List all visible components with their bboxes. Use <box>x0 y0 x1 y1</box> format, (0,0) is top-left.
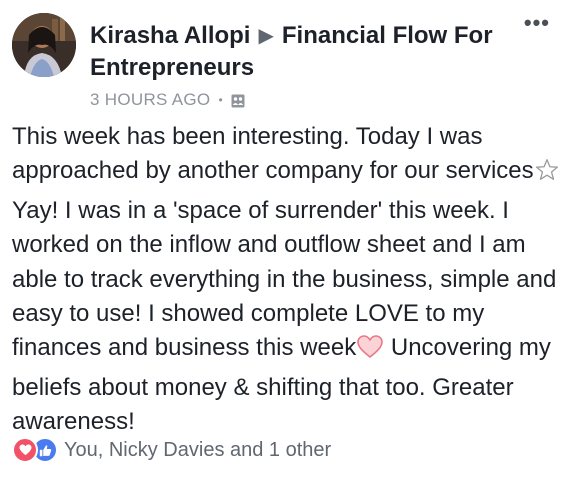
post-body: This week has been interesting. Today I … <box>12 120 560 440</box>
meta-separator: • <box>218 93 223 107</box>
shared-to-arrow-icon: ▶ <box>258 25 274 47</box>
reactions-summary[interactable]: You, Nicky Davies and 1 other <box>64 439 331 462</box>
group-icon <box>231 93 245 108</box>
author-name[interactable]: Kirasha Allopi <box>90 22 250 49</box>
post-timestamp[interactable]: 3 HOURS AGO <box>90 90 210 110</box>
heart-emoji-icon <box>356 334 384 370</box>
love-reaction-icon[interactable] <box>12 437 38 463</box>
more-options-icon[interactable]: ••• <box>524 10 550 36</box>
reaction-icons[interactable] <box>12 437 58 463</box>
post-header: Kirasha Allopi ▶ Financial Flow For Entrep… <box>90 20 510 84</box>
reactions-bar[interactable]: You, Nicky Davies and 1 other <box>12 436 331 464</box>
feed-post: Kirasha Allopi ▶ Financial Flow For Entrep… <box>0 0 572 479</box>
author-avatar[interactable] <box>12 13 76 77</box>
star-emoji-icon <box>534 157 560 193</box>
post-text-part-1: This week has been interesting. Today I … <box>12 123 534 185</box>
post-meta: 3 HOURS AGO • <box>90 88 245 112</box>
